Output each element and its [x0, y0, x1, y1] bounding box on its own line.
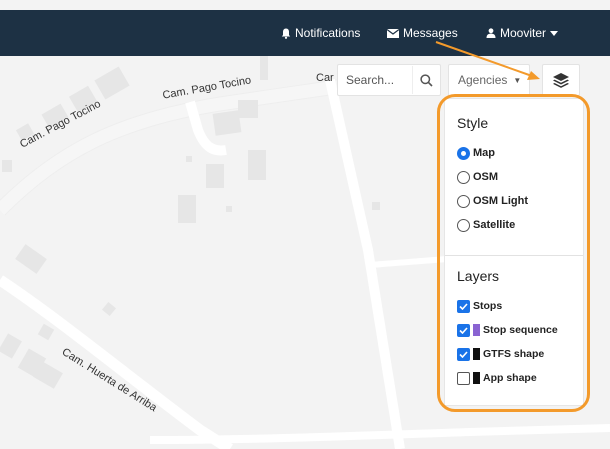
radio-map[interactable]	[457, 146, 470, 160]
messages-label: Messages	[403, 26, 458, 40]
color-swatch	[473, 324, 480, 336]
layers-panel: Style Map OSM OSM Light Satellite Layers…	[444, 98, 584, 406]
bell-icon	[281, 28, 291, 39]
user-menu[interactable]: Mooviter	[486, 10, 562, 56]
map-search	[337, 64, 441, 96]
color-swatch	[473, 348, 480, 360]
radio-satellite[interactable]	[457, 218, 470, 232]
radio-osm[interactable]	[457, 170, 470, 184]
checkmark-icon	[459, 302, 468, 310]
layers-button[interactable]	[542, 64, 580, 96]
style-option-satellite[interactable]: Satellite	[457, 213, 583, 237]
layer-option-label: App shape	[483, 372, 537, 384]
style-option-osm-light[interactable]: OSM Light	[457, 189, 583, 213]
user-label: Mooviter	[500, 26, 547, 40]
search-button[interactable]	[412, 66, 440, 94]
agency-select-caret: ▼	[513, 75, 522, 85]
style-option-map[interactable]: Map	[457, 141, 583, 165]
checkbox-stop-sequence[interactable]	[457, 323, 470, 337]
notifications-link[interactable]: Notifications	[281, 10, 360, 56]
checkmark-icon	[459, 350, 468, 358]
layers-icon	[553, 73, 569, 88]
layer-option-app-shape[interactable]: App shape	[457, 366, 583, 390]
layer-option-stops[interactable]: Stops	[457, 294, 583, 318]
color-swatch	[473, 372, 480, 384]
messages-link[interactable]: Messages	[387, 10, 458, 56]
layer-option-gtfs-shape[interactable]: GTFS shape	[457, 342, 583, 366]
style-option-label: Map	[473, 147, 495, 159]
agency-select[interactable]: Agencies ▼	[448, 64, 530, 96]
agency-select-label: Agencies	[458, 73, 508, 87]
checkmark-icon	[459, 326, 468, 334]
style-option-label: Satellite	[473, 219, 516, 231]
style-option-label: OSM Light	[473, 195, 528, 207]
checkbox-stops[interactable]	[457, 299, 470, 313]
style-option-osm[interactable]: OSM	[457, 165, 583, 189]
checkbox-gtfs-shape[interactable]	[457, 347, 470, 361]
layers-heading: Layers	[457, 268, 500, 284]
layer-option-label: Stop sequence	[483, 324, 558, 336]
layer-option-stop-sequence[interactable]: Stop sequence	[457, 318, 583, 342]
envelope-icon	[387, 28, 399, 38]
search-input[interactable]	[338, 66, 412, 94]
notifications-label: Notifications	[295, 26, 361, 40]
road-bottom	[149, 424, 610, 444]
panel-divider	[445, 255, 583, 256]
style-heading: Style	[457, 115, 489, 131]
search-icon	[420, 73, 433, 87]
radio-osm-light[interactable]	[457, 194, 470, 208]
street-label-partial: Car	[316, 72, 334, 84]
top-navbar: Notifications Messages Mooviter	[0, 10, 610, 56]
layer-option-label: Stops	[473, 300, 503, 312]
checkbox-app-shape[interactable]	[457, 371, 470, 385]
layer-option-label: GTFS shape	[483, 348, 545, 360]
user-icon	[486, 28, 496, 38]
caret-down-icon	[550, 30, 559, 36]
style-option-label: OSM	[473, 171, 499, 183]
